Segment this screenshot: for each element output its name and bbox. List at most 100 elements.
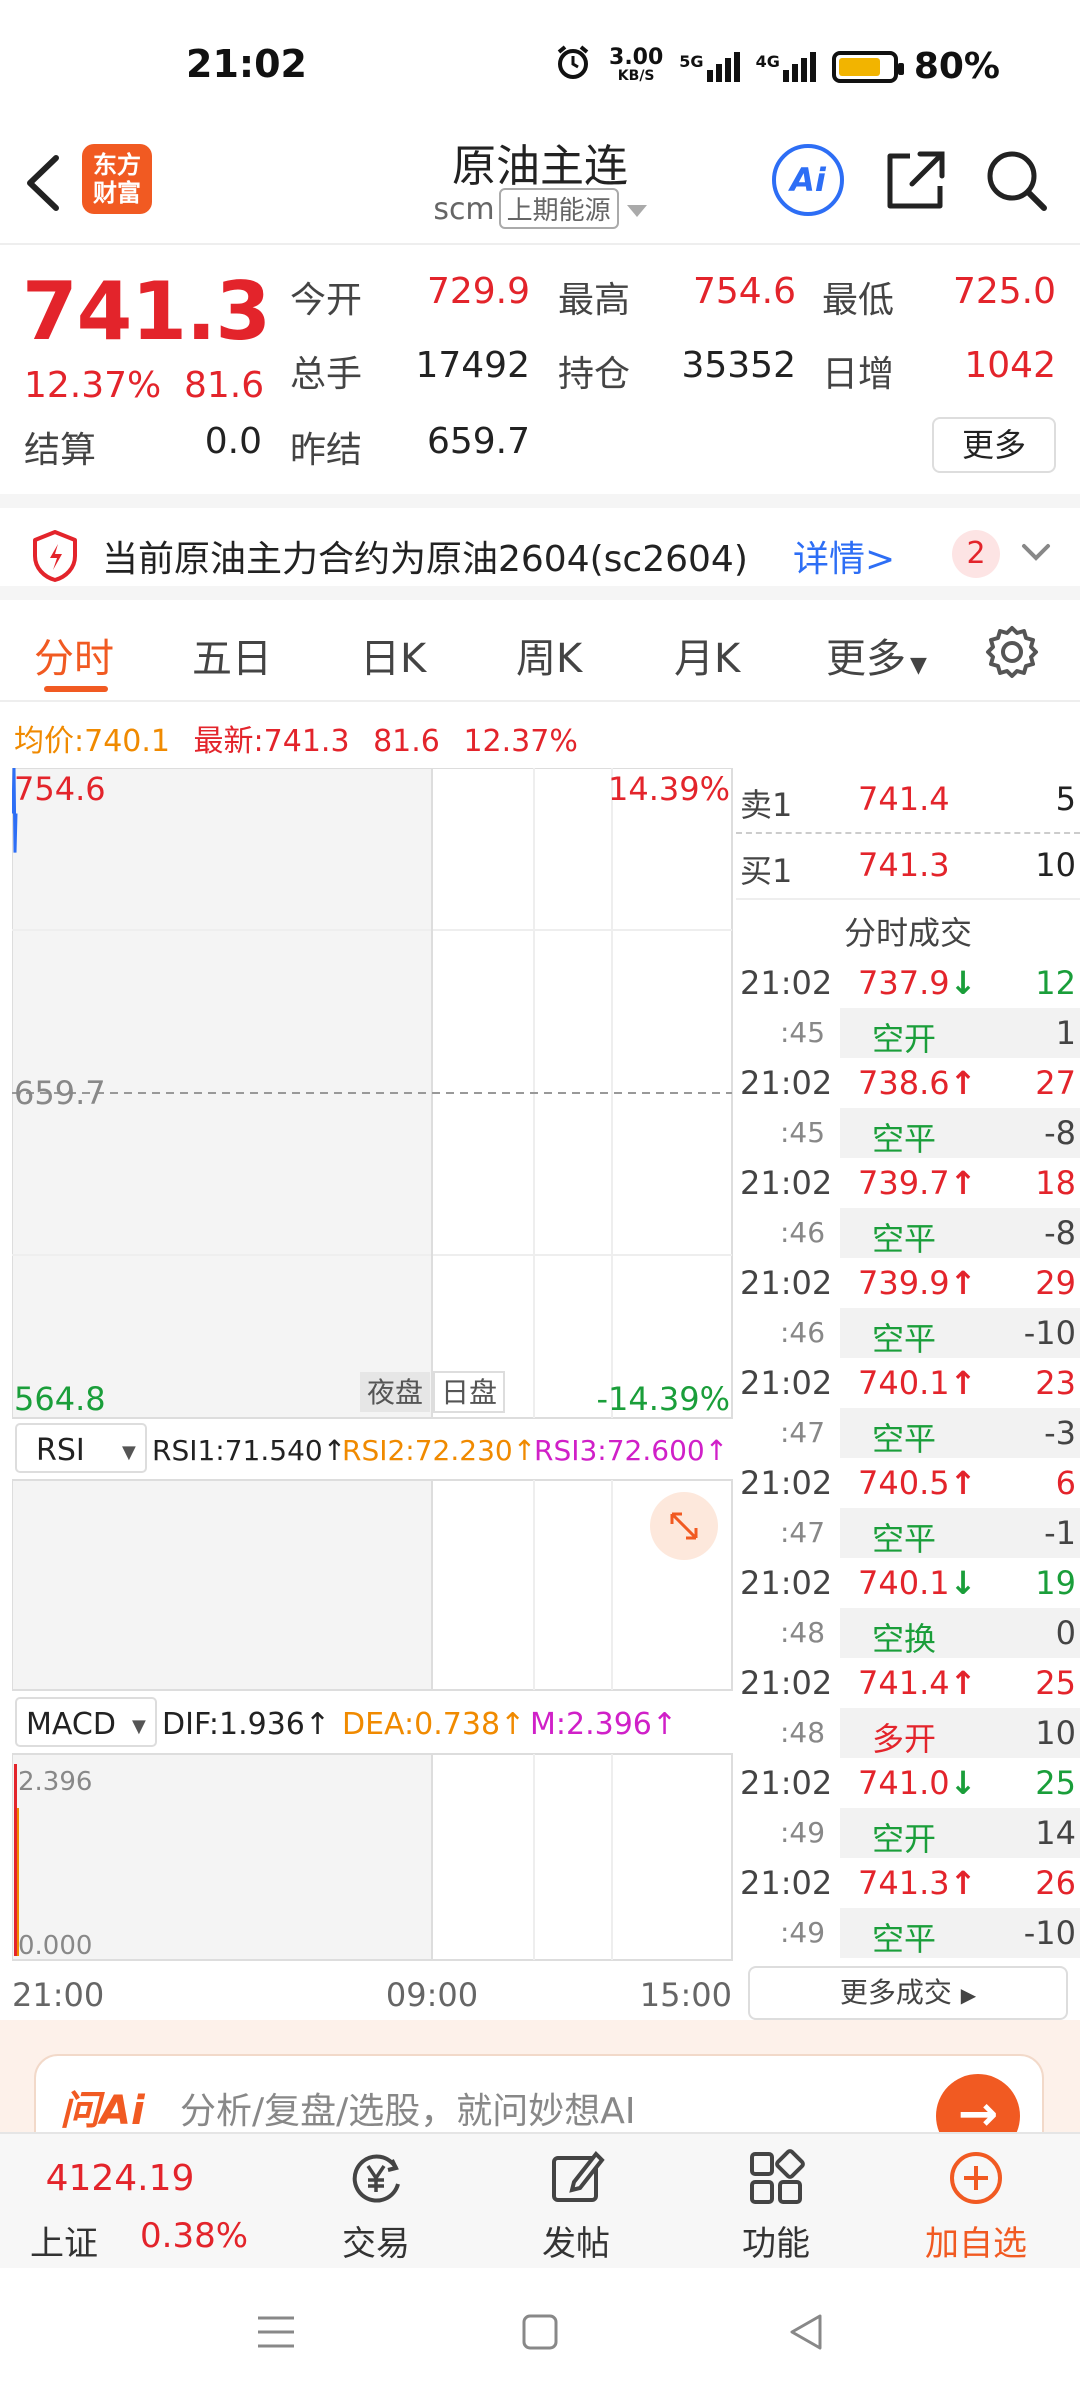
tab-weekly-k[interactable]: 周K [516,626,582,684]
change-value: 81.6 [184,365,265,406]
tick-price: 741.4 [858,1664,950,1702]
last-price: 741.3 [22,265,271,358]
settle-label: 结算 [24,430,97,471]
arrow-right-icon[interactable]: → [936,2074,1020,2132]
axis-price-high: 754.6 [14,770,106,808]
tick-time: 21:02 [740,964,833,1002]
more-quote-button[interactable]: 更多 [932,417,1056,473]
tick-type: 空开 [872,1020,937,1058]
tick-qty: 19 [1035,1564,1076,1602]
tick-qty: 6 [1055,1464,1076,1502]
nav-post-label: 发帖 [542,2224,610,2264]
prev-settle-label: 昨结 [290,430,363,471]
intraday-chart-area[interactable]: 754.6 14.39% 659.7 564.8 -14.39% 夜盘 日盘 R… [11,767,734,2018]
rsi-dropdown-icon: ▼ [122,1442,136,1463]
tick-seconds: :49 [780,1916,826,1949]
tick-seconds: :45 [780,1116,826,1149]
tick-detail-row: :45 空开 1 [736,1008,1080,1058]
tick-row: 21:02 740.1↑ 23 [736,1358,1080,1408]
axis-pct-low: -14.39% [596,1380,730,1418]
nav-post[interactable]: 发帖 [476,2134,676,2270]
tick-price: 740.1 [858,1364,950,1402]
home-icon[interactable] [520,2312,560,2356]
latest-label: 最新: [193,724,264,759]
more-ticks-label: 更多成交 [839,1976,952,2009]
low-label: 最低 [822,280,895,321]
ai-assistant-button[interactable]: Ai [772,144,844,216]
notice-bar[interactable]: 当前原油主力合约为原油2604(sc2604) 详情> 2 [0,494,1080,600]
bid-price: 741.3 [858,846,950,884]
tick-oi-change: 0 [1055,1614,1076,1652]
chevron-down-icon[interactable] [1018,538,1054,572]
tick-seconds: :46 [780,1216,826,1249]
tick-price: 740.1 [858,1564,950,1602]
tab-more[interactable]: 更多 ▼ [826,626,927,684]
index-name: 上证 [30,2224,98,2264]
tick-direction-icon: ↑ [949,1064,977,1102]
rsi-night-shade [12,1480,432,1690]
edit-icon [552,2150,605,2202]
tick-direction-icon: ↑ [949,1264,977,1302]
settings-button[interactable] [984,624,1040,684]
tick-time: 21:02 [740,1364,833,1402]
tick-price: 739.9 [858,1264,950,1302]
tick-type: 空平 [872,1920,937,1958]
share-button[interactable] [880,144,952,216]
notice-detail-link[interactable]: 详情> [793,530,895,582]
tick-price: 737.9 [858,964,950,1002]
tick-oi-change: -3 [1044,1414,1076,1452]
quote-panel: 741.3 12.37% 81.6 今开 729.9 最高 754.6 最低 7… [0,247,1080,492]
signal-5g-icon: 5G [679,51,740,82]
high-label: 最高 [558,280,631,321]
tick-qty: 18 [1035,1164,1076,1202]
daily-increase-label: 日增 [822,354,895,395]
ai-search-bar[interactable]: 问Ai 分析/复盘/选股，就问妙想AI → [34,2054,1044,2132]
tick-type: 多开 [872,1720,937,1758]
tick-row: 21:02 741.0↓ 25 [736,1758,1080,1808]
tick-oi-change: -8 [1044,1214,1076,1252]
tab-monthly-k[interactable]: 月K [674,626,740,684]
nav-trade[interactable]: 交易 [276,2134,476,2270]
search-button[interactable] [980,144,1052,216]
share-icon [887,151,945,209]
index-ticker[interactable]: 4124.19 上证 0.38% [20,2134,248,2270]
tab-five-day[interactable]: 五日 [192,626,272,684]
dif-value: DIF:1.936↑ [162,1707,330,1742]
tab-intraday[interactable]: 分时 [34,626,114,684]
ask-price: 741.4 [858,780,950,818]
ticks-title: 分时成交 [843,914,972,952]
tick-price: 741.0 [858,1764,950,1802]
tick-time: 21:02 [740,1164,833,1202]
open-label: 今开 [290,280,363,321]
nav-add-watch[interactable]: 加自选 [876,2134,1076,2270]
tick-price-cell: 737.9↓ [858,964,976,1002]
net-speed-value: 3.00 [609,44,664,70]
tick-oi-change: -10 [1023,1914,1076,1952]
high-value: 754.6 [692,271,796,312]
menu-icon[interactable] [254,2312,298,2356]
nav-functions-label: 功能 [742,2224,810,2264]
more-ticks-button[interactable]: 更多成交 ▶ [748,1966,1068,2020]
tick-price-cell: 740.1↓ [858,1564,976,1602]
axis-price-mid: 659.7 [14,1074,106,1112]
back-triangle-icon[interactable] [786,2312,826,2356]
tick-price-cell: 740.1↑ [858,1364,976,1402]
tick-type: 空开 [872,1820,937,1858]
ask-label: 卖1 [740,786,793,824]
tab-daily-k[interactable]: 日K [360,626,426,684]
axis-price-low: 564.8 [14,1380,106,1418]
tick-row: 21:02 741.4↑ 25 [736,1658,1080,1708]
bid-label: 买1 [740,852,793,890]
battery-percent: 80% [913,46,1000,87]
macd-axis-bottom: 0.000 [18,1931,92,1961]
grid-apps-icon [750,2149,805,2204]
ticks-list: 21:02 737.9↓ 12:45 空开 1 21:02 738.6↑ 27:45 空平 -8 2… [736,958,1080,1958]
tick-price: 738.6 [858,1064,950,1102]
tick-qty: 25 [1035,1664,1076,1702]
settle-value: 0.0 [204,421,262,462]
tick-detail-row: :49 空平 -10 [736,1908,1080,1958]
nav-functions[interactable]: 功能 [676,2134,876,2270]
tick-price-cell: 739.7↑ [858,1164,976,1202]
tick-oi-change: 1 [1055,1014,1076,1052]
signal-5g-label: 5G [679,51,704,71]
